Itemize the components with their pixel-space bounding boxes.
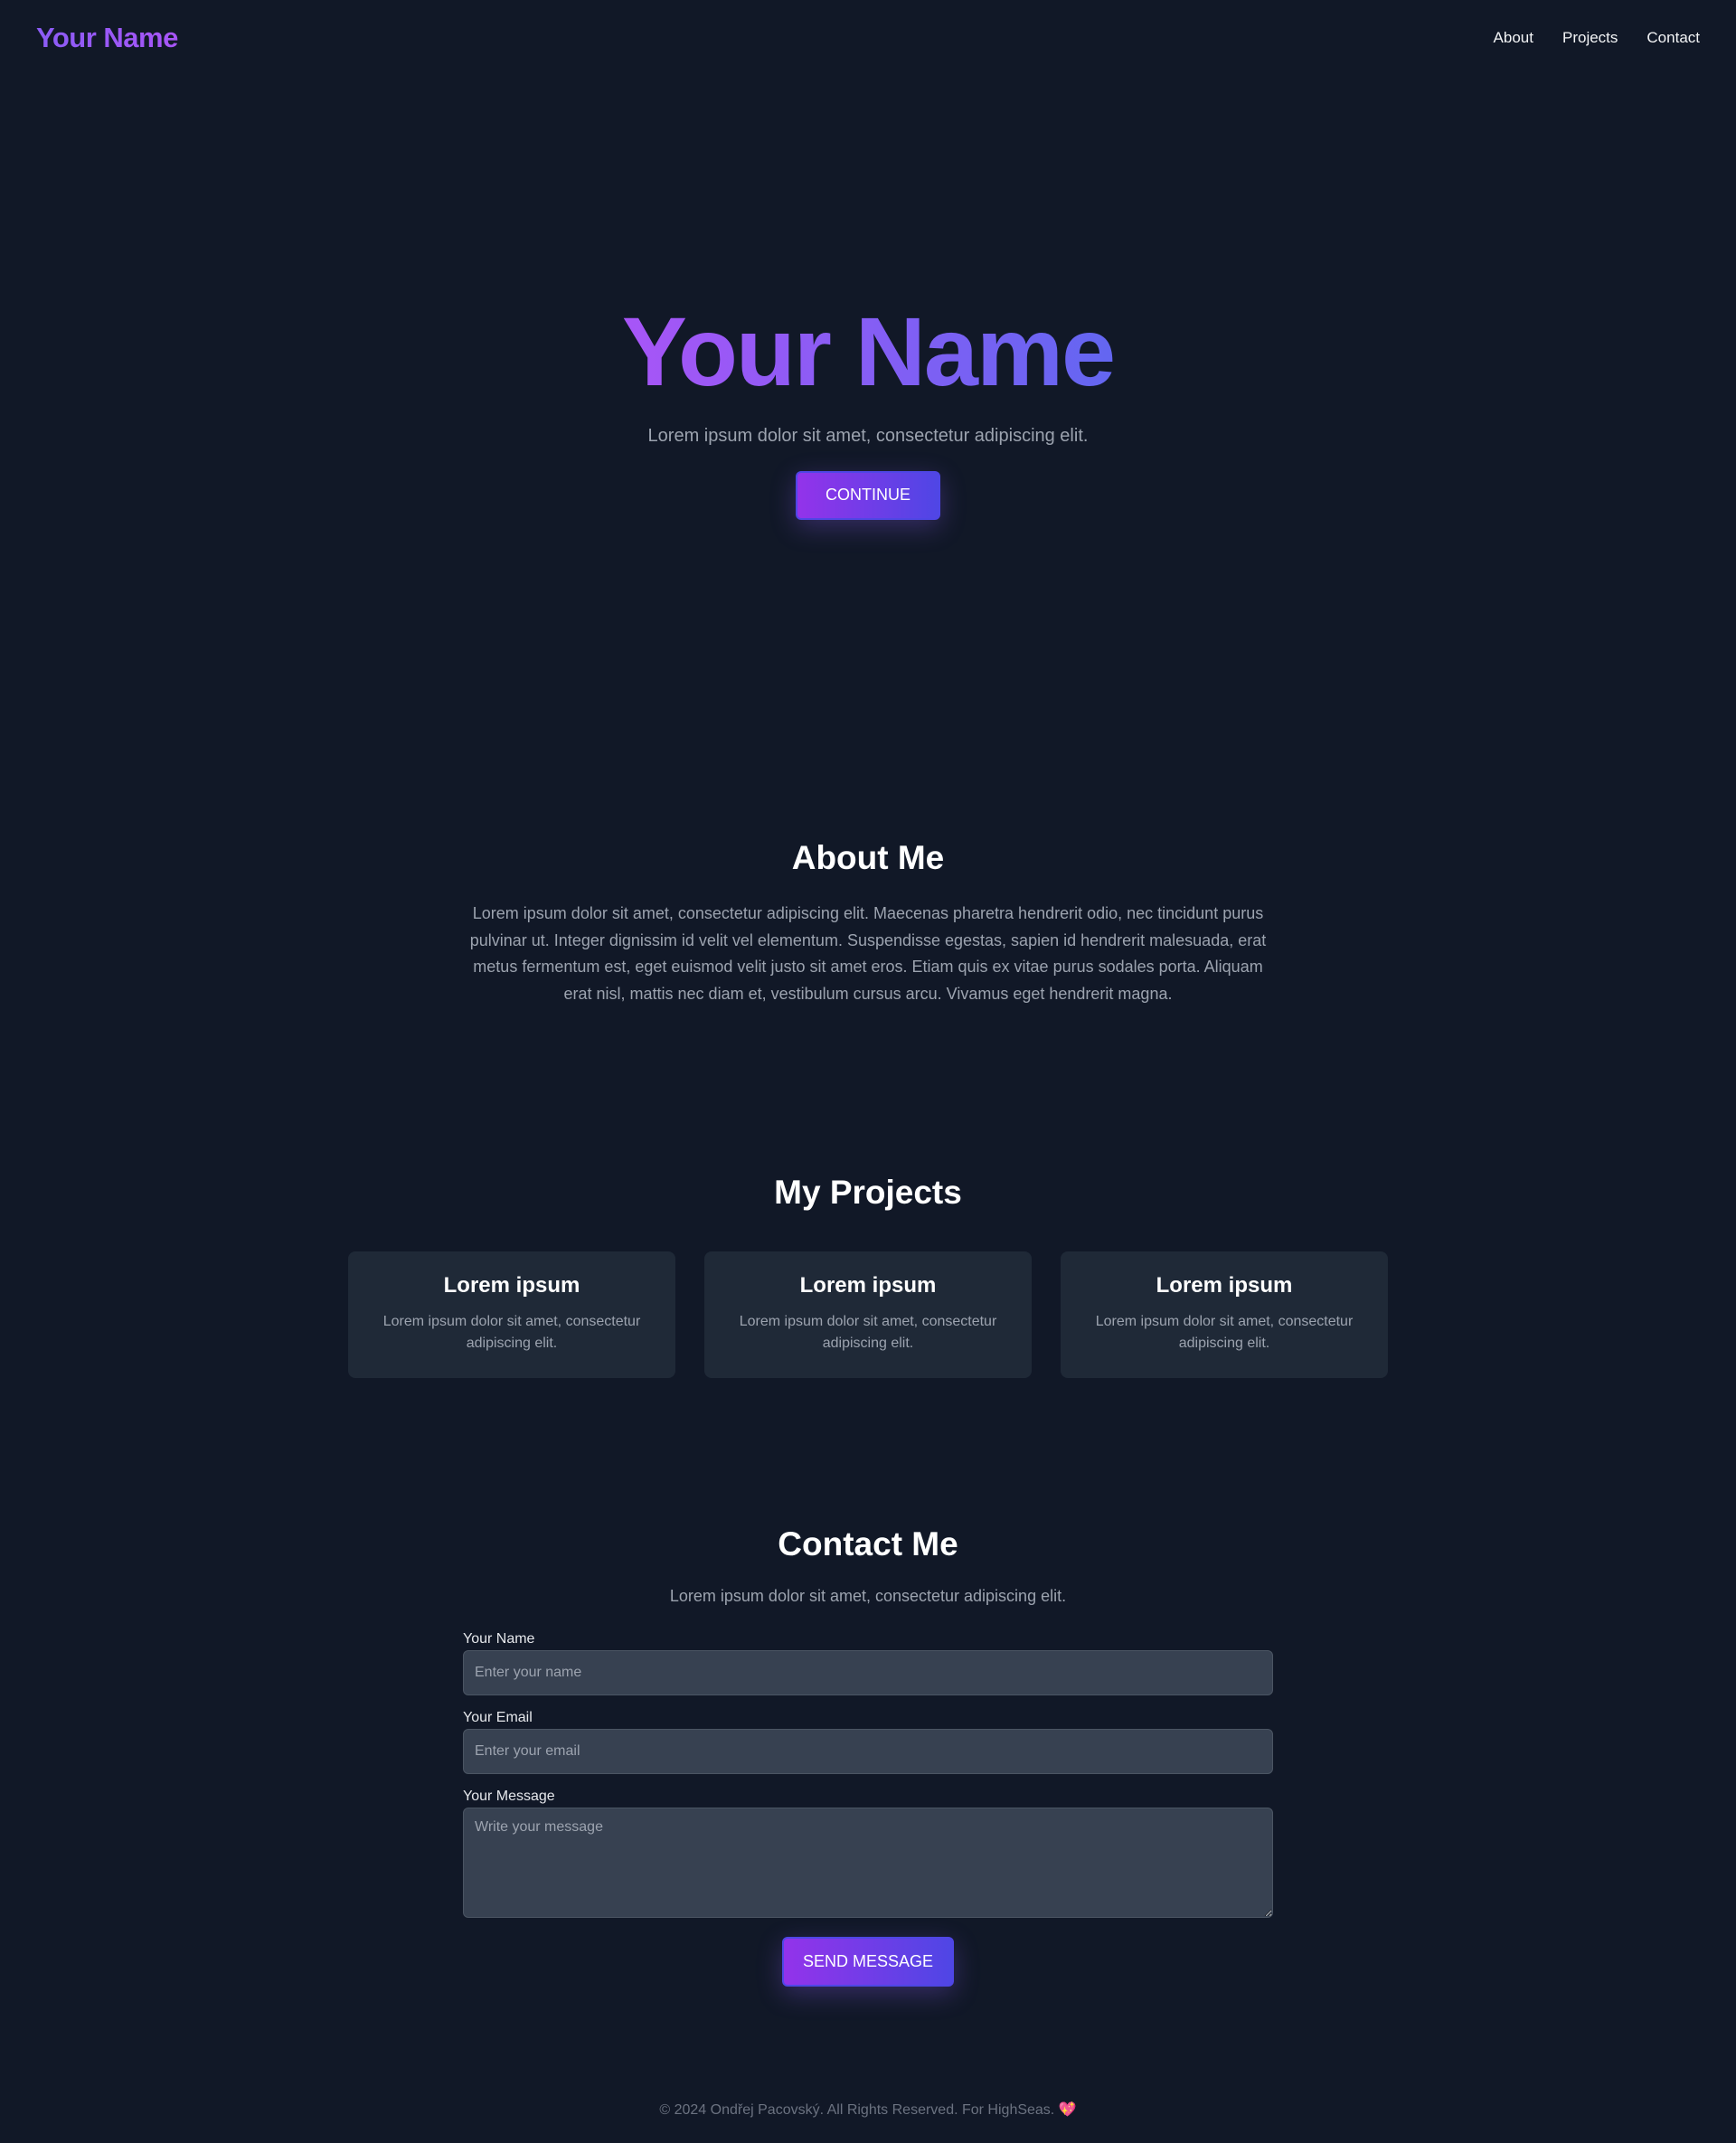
contact-form: Your Name Your Email Your Message SEND M… xyxy=(463,1631,1273,1987)
message-label: Your Message xyxy=(463,1789,555,1804)
name-label: Your Name xyxy=(463,1631,535,1647)
contact-section: Contact Me Lorem ipsum dolor sit amet, c… xyxy=(0,1525,1736,1987)
footer-text: © 2024 Ondřej Pacovský. All Rights Reser… xyxy=(659,2102,1055,2118)
email-field-group: Your Email xyxy=(463,1710,1273,1774)
about-text: Lorem ipsum dolor sit amet, consectetur … xyxy=(469,904,1267,1003)
nav-link-about[interactable]: About xyxy=(1494,29,1533,47)
heart-icon: 💖 xyxy=(1058,2102,1077,2118)
hero-title: Your Name xyxy=(621,297,1116,406)
project-card-title: Lorem ipsum xyxy=(799,1273,937,1298)
continue-button[interactable]: CONTINUE xyxy=(796,470,940,520)
project-card-description: Lorem ipsum dolor sit amet, consectetur … xyxy=(382,1314,641,1351)
contact-title: Contact Me xyxy=(778,1525,958,1562)
nav-links: About Projects Contact xyxy=(1494,29,1700,47)
project-cards: Lorem ipsum Lorem ipsum dolor sit amet, … xyxy=(0,1251,1736,1378)
nav-link-projects[interactable]: Projects xyxy=(1562,29,1618,47)
about-title: About Me xyxy=(791,839,945,876)
navbar: Your Name About Projects Contact xyxy=(0,0,1736,76)
email-label: Your Email xyxy=(463,1710,533,1725)
page: Your Name About Projects Contact Your Na… xyxy=(0,0,1736,2143)
projects-section: My Projects Lorem ipsum Lorem ipsum dolo… xyxy=(0,1174,1736,1378)
email-input[interactable] xyxy=(463,1729,1273,1774)
send-message-button[interactable]: SEND MESSAGE xyxy=(782,1937,954,1987)
project-card-title: Lorem ipsum xyxy=(443,1273,580,1298)
hero-subtitle: Lorem ipsum dolor sit amet, consectetur … xyxy=(647,425,1089,446)
project-card-description: Lorem ipsum dolor sit amet, consectetur … xyxy=(1095,1314,1354,1351)
send-row: SEND MESSAGE xyxy=(463,1937,1273,1987)
brand-logo[interactable]: Your Name xyxy=(36,22,178,54)
project-card[interactable]: Lorem ipsum Lorem ipsum dolor sit amet, … xyxy=(1061,1251,1388,1378)
footer: © 2024 Ondřej Pacovský. All Rights Reser… xyxy=(0,2101,1736,2119)
project-card[interactable]: Lorem ipsum Lorem ipsum dolor sit amet, … xyxy=(348,1251,675,1378)
project-card-title: Lorem ipsum xyxy=(1156,1273,1293,1298)
hero-section: Your Name Lorem ipsum dolor sit amet, co… xyxy=(0,297,1736,520)
name-input[interactable] xyxy=(463,1650,1273,1695)
message-textarea[interactable] xyxy=(463,1808,1273,1918)
message-field-group: Your Message xyxy=(463,1789,1273,1922)
projects-title: My Projects xyxy=(774,1174,962,1211)
about-section: About Me Lorem ipsum dolor sit amet, con… xyxy=(0,839,1736,1007)
name-field-group: Your Name xyxy=(463,1631,1273,1695)
project-card-description: Lorem ipsum dolor sit amet, consectetur … xyxy=(739,1314,997,1351)
contact-subtitle: Lorem ipsum dolor sit amet, consectetur … xyxy=(669,1587,1067,1605)
nav-link-contact[interactable]: Contact xyxy=(1646,29,1700,47)
project-card[interactable]: Lorem ipsum Lorem ipsum dolor sit amet, … xyxy=(704,1251,1032,1378)
